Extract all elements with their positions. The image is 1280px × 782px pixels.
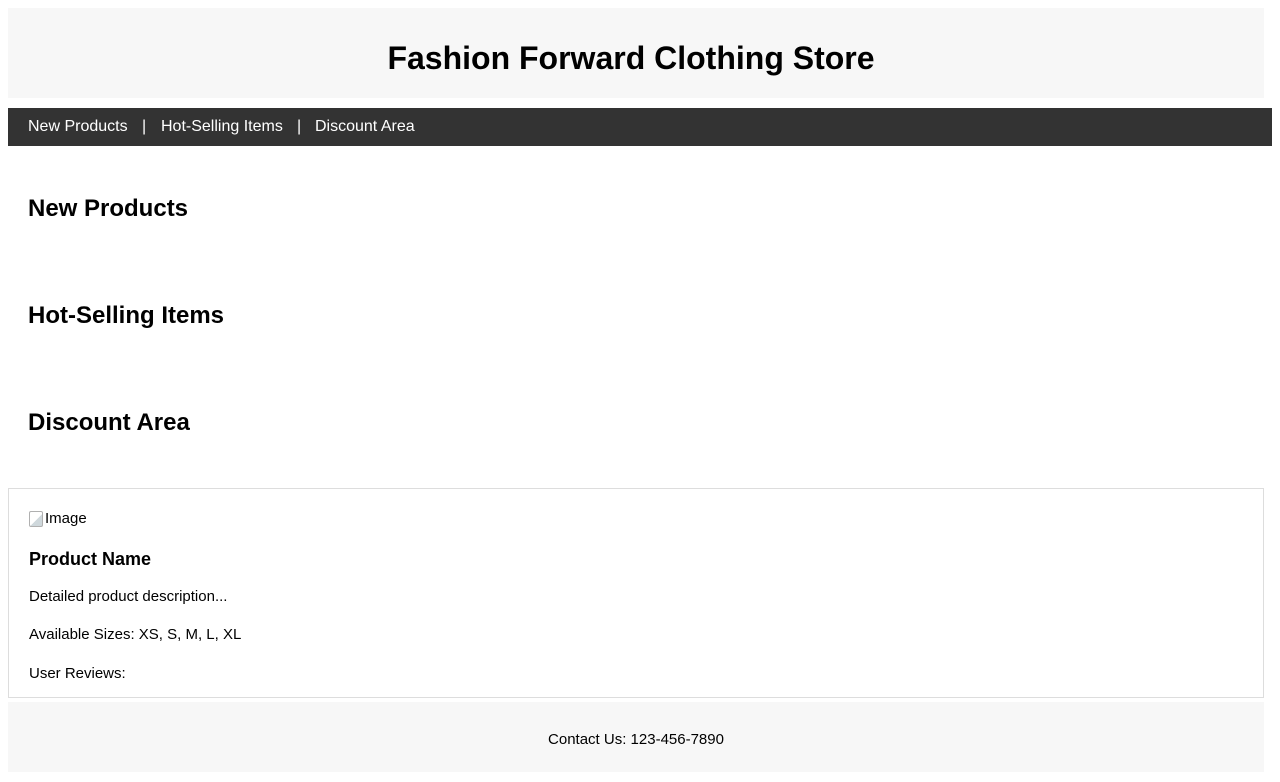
main-nav: New Products | Hot-Selling Items | Disco… [8, 108, 1272, 146]
nav-separator: | [297, 118, 302, 135]
product-sizes: Available Sizes: XS, S, M, L, XL [29, 626, 242, 643]
product-image: Image [29, 509, 91, 529]
site-footer: Contact Us: 123-456-7890 [8, 702, 1264, 772]
nav-link-hot-selling[interactable]: Hot-Selling Items [161, 108, 283, 146]
section-hot-selling: Hot-Selling Items [8, 244, 1264, 352]
nav-separator: | [142, 118, 147, 135]
product-image-alt: Image [45, 510, 87, 527]
product-description: Detailed product description... [29, 588, 228, 605]
product-reviews-label: User Reviews: [29, 665, 126, 682]
section-title-new-products: New Products [28, 195, 189, 222]
footer-contact: Contact Us: 123-456-7890 [548, 731, 724, 748]
nav-link-new-products[interactable]: New Products [28, 108, 128, 146]
nav-link-discount-area[interactable]: Discount Area [315, 108, 415, 146]
store-title: Fashion Forward Clothing Store [387, 40, 875, 76]
product-card: Image Product Name Detailed product desc… [8, 488, 1264, 698]
site-header: Fashion Forward Clothing Store [8, 8, 1264, 98]
section-new-products: New Products [8, 146, 1264, 244]
product-name: Product Name [29, 549, 152, 569]
section-title-hot-selling: Hot-Selling Items [28, 302, 225, 329]
section-discount-area: Discount Area [8, 352, 1264, 468]
broken-image-icon [29, 511, 43, 527]
page: Fashion Forward Clothing Store New Produ… [8, 8, 1272, 774]
section-title-discount-area: Discount Area [28, 409, 190, 436]
